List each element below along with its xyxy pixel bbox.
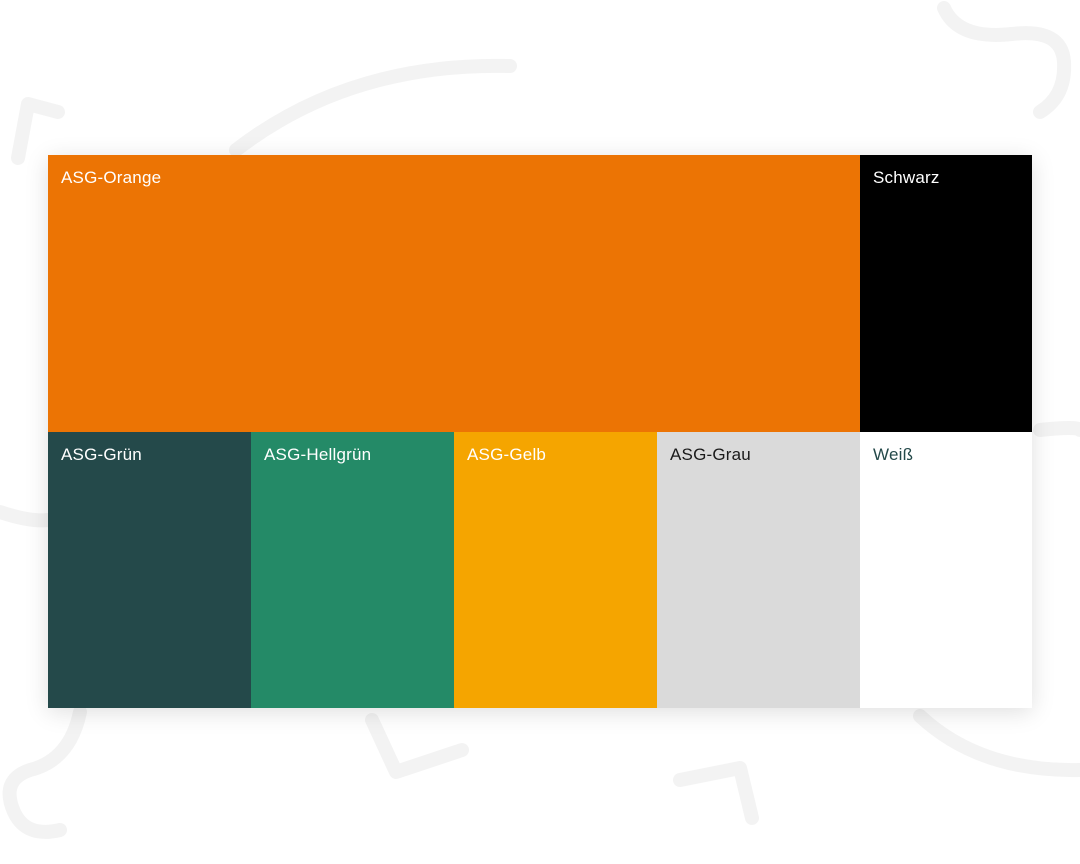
swatch-asg-hellgruen: ASG-Hellgrün <box>251 432 454 708</box>
decor-squiggle-shape <box>0 505 55 528</box>
swatch-label: ASG-Grau <box>670 445 751 464</box>
decor-bracket-shape <box>365 713 469 779</box>
swatch-label: ASG-Grün <box>61 445 142 464</box>
decor-squiggle-shape-lower <box>2 705 87 839</box>
decor-circle-shape-lower <box>913 709 1080 778</box>
swatch-asg-gruen: ASG-Grün <box>48 432 251 708</box>
swatch-weiss: Weiß <box>860 432 1032 708</box>
decor-chevron-shape <box>673 761 759 825</box>
color-palette: ASG-Orange Schwarz ASG-Grün ASG-Hellgrün… <box>48 155 1032 708</box>
decor-arc-shape <box>229 58 517 157</box>
swatch-asg-grau: ASG-Grau <box>657 432 860 708</box>
decor-loop-shape <box>937 1 1072 119</box>
decor-circle-shape <box>1033 421 1080 437</box>
swatch-label: ASG-Gelb <box>467 445 547 464</box>
swatch-asg-gelb: ASG-Gelb <box>454 432 657 708</box>
swatch-label: ASG-Orange <box>61 168 162 187</box>
decor-angle-shape <box>11 97 65 165</box>
swatch-asg-orange: ASG-Orange <box>48 155 860 432</box>
swatch-label: ASG-Hellgrün <box>264 445 372 464</box>
swatch-schwarz: Schwarz <box>860 155 1032 432</box>
swatch-label: Schwarz <box>873 168 940 187</box>
swatch-label: Weiß <box>873 445 914 464</box>
